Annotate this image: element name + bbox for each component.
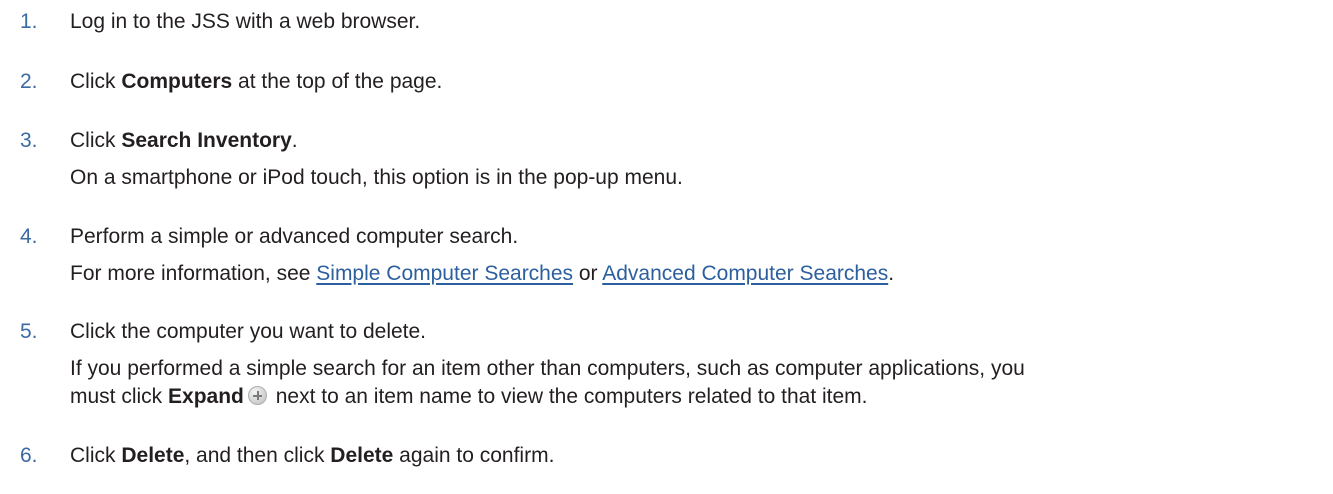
step-text: Log in to the JSS with a web browser.: [70, 10, 421, 33]
step-text: Click Search Inventory.: [70, 129, 298, 152]
step-note: On a smartphone or iPod touch, this opti…: [70, 166, 683, 189]
step-text: Click Delete, and then click Delete agai…: [70, 444, 555, 467]
link-advanced-computer-searches[interactable]: Advanced Computer Searches: [602, 262, 888, 285]
step-number: 6.: [20, 444, 38, 467]
step-number: 3.: [20, 129, 38, 152]
ui-term-expand: Expand: [168, 385, 244, 408]
step-number: 1.: [20, 10, 38, 33]
link-simple-computer-searches[interactable]: Simple Computer Searches: [316, 262, 573, 285]
step-text: Click Computers at the top of the page.: [70, 70, 443, 93]
ui-term-delete-confirm: Delete: [330, 444, 394, 467]
plus-circle-icon: [247, 386, 267, 405]
step-number: 5.: [20, 320, 38, 343]
step-note: If you performed a simple search for an …: [70, 357, 1025, 380]
step-note-continued: must click Expand next to an item name t…: [70, 385, 868, 408]
ui-term-computers: Computers: [121, 70, 233, 93]
ui-term-delete: Delete: [121, 444, 185, 467]
step-number: 2.: [20, 70, 38, 93]
step-text: Click the computer you want to delete.: [70, 320, 427, 343]
step-note: For more information, see Simple Compute…: [70, 262, 895, 285]
step-text: Perform a simple or advanced computer se…: [70, 225, 519, 248]
ui-term-search-inventory: Search Inventory: [121, 129, 292, 152]
step-number: 4.: [20, 225, 38, 248]
